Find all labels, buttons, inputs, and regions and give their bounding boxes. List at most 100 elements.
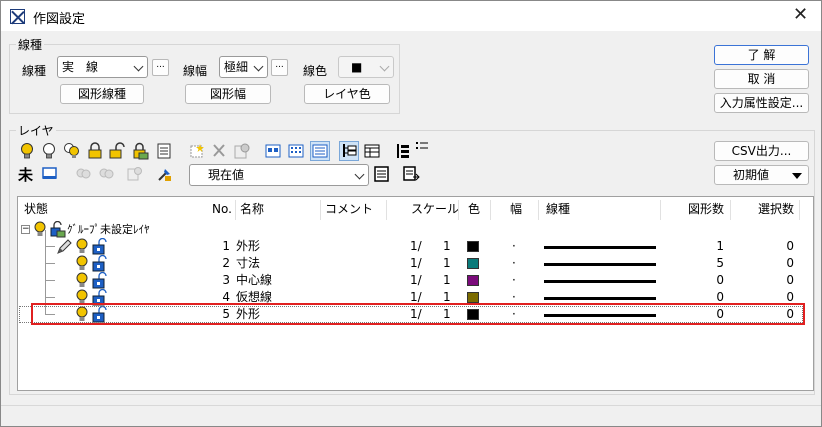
layer-bar-icon[interactable] bbox=[41, 165, 59, 183]
linewidth-more-button[interactable]: ... bbox=[271, 59, 288, 76]
layer-group-legend: レイヤ bbox=[16, 122, 56, 139]
initial-value-select[interactable]: 初期値 bbox=[714, 165, 809, 185]
header-separator bbox=[386, 200, 387, 220]
tree-line bbox=[45, 263, 55, 264]
bullet-list-icon[interactable] bbox=[415, 140, 433, 158]
properties-icon[interactable] bbox=[233, 142, 251, 160]
layer-no: 2 bbox=[222, 256, 230, 270]
view-detail-icon[interactable] bbox=[310, 141, 330, 161]
delete-icon[interactable] bbox=[211, 142, 229, 160]
color-swatch[interactable] bbox=[467, 241, 479, 252]
linecolor-select[interactable]: ■ bbox=[338, 56, 394, 78]
header-shape-count[interactable]: 図形数 bbox=[688, 197, 724, 222]
ok-button[interactable]: 了 解 bbox=[714, 45, 809, 65]
shape-count: 0 bbox=[716, 273, 724, 287]
linecolor-label: 線色 bbox=[303, 64, 328, 78]
copy-icon[interactable] bbox=[98, 165, 116, 183]
linetype-sample bbox=[544, 246, 656, 249]
linewidth-select[interactable]: 極細 bbox=[219, 56, 268, 78]
lock-group-icon[interactable] bbox=[131, 142, 149, 160]
header-separator bbox=[799, 200, 800, 220]
tree-view-icon[interactable] bbox=[339, 141, 359, 161]
hierarchy-icon[interactable] bbox=[394, 142, 412, 160]
scale-value: 1 bbox=[443, 239, 451, 253]
tree-line bbox=[45, 246, 55, 247]
view-select[interactable]: 現在値 bbox=[189, 164, 369, 186]
csv-export-button[interactable]: CSV出力... bbox=[714, 141, 809, 161]
selected-count: 0 bbox=[786, 239, 794, 253]
shape-linetype-button[interactable]: 図形線種 bbox=[60, 84, 144, 104]
bulb-on-icon[interactable] bbox=[19, 142, 37, 160]
layer-row[interactable]: 3 中心線 1/1 · 0 0 bbox=[18, 264, 813, 289]
bulb-group-icon[interactable] bbox=[63, 142, 81, 160]
selected-count: 0 bbox=[786, 273, 794, 287]
chevron-down-icon bbox=[379, 61, 390, 72]
title-bar: 作図設定 ✕ bbox=[1, 1, 821, 31]
header-width[interactable]: 幅 bbox=[510, 197, 522, 222]
scale-prefix: 1/ bbox=[410, 256, 422, 270]
header-state[interactable]: 状態 bbox=[24, 197, 48, 222]
layer-list-icon[interactable] bbox=[373, 165, 391, 183]
color-swatch[interactable] bbox=[467, 275, 479, 286]
color-swatch[interactable] bbox=[467, 258, 479, 269]
window-title: 作図設定 bbox=[33, 12, 86, 27]
header-comment[interactable]: コメント bbox=[325, 197, 373, 222]
linetype-select[interactable]: 実 線 bbox=[57, 56, 148, 78]
layer-name: 外形 bbox=[236, 239, 261, 253]
group-row[interactable]: − ｸﾞﾙｰﾌﾟ未設定ﾚｲﾔ bbox=[18, 220, 813, 238]
close-icon[interactable]: ✕ bbox=[793, 4, 808, 25]
color-swatch[interactable] bbox=[467, 292, 479, 303]
collapse-icon[interactable]: − bbox=[21, 225, 30, 234]
view-small-icon[interactable] bbox=[287, 142, 305, 160]
tree-line bbox=[45, 230, 46, 247]
move-icon[interactable] bbox=[75, 165, 93, 183]
layer-export-icon[interactable] bbox=[402, 165, 420, 183]
view-large-icon[interactable] bbox=[264, 142, 282, 160]
scale-value: 1 bbox=[443, 273, 451, 287]
attribute-icon[interactable] bbox=[126, 165, 144, 183]
linewidth-label: 線幅 bbox=[183, 64, 208, 78]
new-layer-icon[interactable] bbox=[189, 142, 207, 160]
layer-name: 寸法 bbox=[236, 256, 261, 270]
input-attr-button[interactable]: 入力属性設定... bbox=[714, 93, 809, 113]
layer-no: 1 bbox=[222, 239, 230, 253]
header-no[interactable]: No. bbox=[212, 197, 232, 222]
header-selected-count[interactable]: 選択数 bbox=[758, 197, 794, 222]
list-icon[interactable] bbox=[156, 142, 174, 160]
header-linetype[interactable]: 線種 bbox=[546, 197, 570, 222]
tree-line bbox=[45, 281, 46, 298]
pick-icon[interactable] bbox=[156, 165, 174, 183]
layer-color-button[interactable]: レイヤ色 bbox=[304, 84, 390, 104]
shape-count: 5 bbox=[716, 256, 724, 270]
linetype-more-button[interactable]: ... bbox=[152, 59, 169, 76]
scale-prefix: 1/ bbox=[410, 239, 422, 253]
unlock-icon[interactable] bbox=[109, 142, 127, 160]
header-separator bbox=[490, 200, 491, 220]
layer-table[interactable]: 状態 No. 名称 コメント スケール 色 幅 線種 図形数 選択数 − ｸﾞﾙ… bbox=[17, 196, 814, 391]
group-label: ｸﾞﾙｰﾌﾟ未設定ﾚｲﾔ bbox=[67, 223, 150, 236]
lock-icon[interactable] bbox=[87, 142, 105, 160]
header-color[interactable]: 色 bbox=[468, 197, 480, 222]
unset-text: 未 bbox=[18, 166, 34, 184]
initial-value-label: 初期値 bbox=[733, 168, 770, 182]
layer-name: 中心線 bbox=[236, 273, 273, 287]
header-scale[interactable]: スケール bbox=[411, 197, 459, 222]
header-name[interactable]: 名称 bbox=[240, 197, 264, 222]
bulb-off-icon[interactable] bbox=[41, 142, 59, 160]
layer-no: 3 bbox=[222, 273, 230, 287]
width-value: · bbox=[512, 239, 516, 253]
chevron-down-icon bbox=[253, 61, 264, 72]
cancel-button[interactable]: 取 消 bbox=[714, 69, 809, 89]
layer-row[interactable]: 2 寸法 1/1 · 5 0 bbox=[18, 247, 813, 272]
width-value: · bbox=[512, 273, 516, 287]
table-view-icon[interactable] bbox=[363, 142, 381, 160]
shape-width-button[interactable]: 図形幅 bbox=[185, 84, 271, 104]
header-separator bbox=[538, 200, 539, 220]
linetype-sample bbox=[544, 263, 656, 266]
linetype-label: 線種 bbox=[22, 64, 47, 78]
tree-line bbox=[45, 264, 46, 281]
layer-row[interactable]: 1 外形 1/1 · 1 0 bbox=[18, 230, 813, 255]
app-icon bbox=[10, 9, 25, 24]
header-separator bbox=[320, 200, 321, 220]
linewidth-value: 極細 bbox=[224, 60, 249, 74]
